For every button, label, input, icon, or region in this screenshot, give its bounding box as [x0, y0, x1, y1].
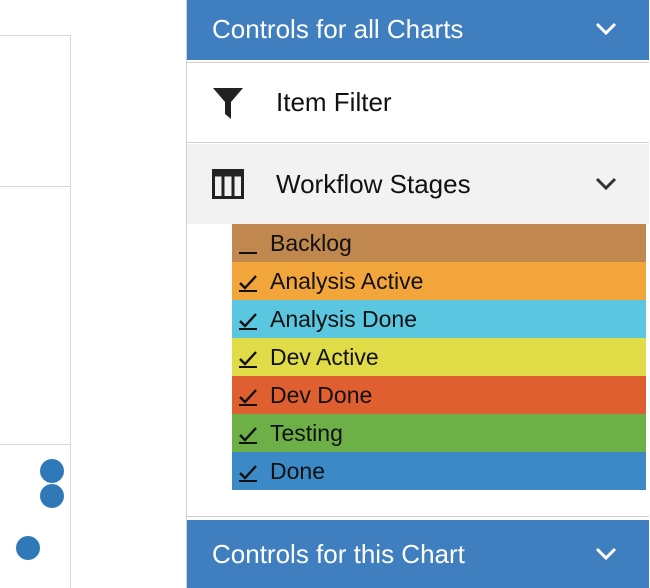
- controls-this-chart-header[interactable]: Controls for this Chart: [187, 520, 649, 588]
- workflow-stage-label: Analysis Active: [270, 267, 424, 294]
- workflow-stage-item[interactable]: Backlog: [232, 224, 646, 262]
- checkmark-icon[interactable]: [238, 460, 260, 482]
- chevron-down-icon[interactable]: [593, 547, 619, 561]
- workflow-stage-item[interactable]: Analysis Done: [232, 300, 646, 338]
- chevron-down-icon[interactable]: [593, 14, 619, 36]
- workflow-stage-label: Analysis Done: [270, 305, 418, 332]
- workflow-stage-list: Backlog Analysis Active Analysis Done Dev A…: [232, 224, 646, 490]
- chart-gridline: [0, 186, 71, 187]
- item-filter-label: Item Filter: [276, 87, 392, 117]
- workflow-stage-label: Backlog: [270, 229, 352, 256]
- chevron-down-icon[interactable]: [593, 177, 619, 191]
- workflow-stages-header[interactable]: Workflow Stages: [187, 144, 649, 224]
- chart-gridline-vertical: [70, 35, 71, 588]
- checkmark-icon[interactable]: [238, 346, 260, 368]
- checkmark-icon[interactable]: [238, 308, 260, 330]
- controls-this-chart-title: Controls for this Chart: [212, 538, 465, 569]
- workflow-stage-item[interactable]: Dev Active: [232, 338, 646, 376]
- chart-point[interactable]: [16, 536, 40, 560]
- workflow-stage-item[interactable]: Dev Done: [232, 376, 646, 414]
- workflow-stage-item[interactable]: Analysis Active: [232, 262, 646, 300]
- workflow-stage-item[interactable]: Done: [232, 452, 646, 490]
- controls-panel: Controls for all Charts Item Filter Work…: [186, 0, 650, 588]
- controls-all-charts-title: Controls for all Charts: [212, 13, 464, 44]
- divider: [187, 516, 649, 517]
- chart-gridline: [0, 35, 71, 36]
- workflow-stage-item[interactable]: Testing: [232, 414, 646, 452]
- chart-area: [0, 0, 186, 588]
- filter-icon: [212, 86, 250, 120]
- checkmark-icon[interactable]: [238, 422, 260, 444]
- workflow-stage-label: Done: [270, 457, 325, 484]
- unchecked-icon[interactable]: [238, 232, 260, 254]
- checkmark-icon[interactable]: [238, 384, 260, 406]
- workflow-stage-label: Testing: [270, 419, 343, 446]
- workflow-stages-title: Workflow Stages: [276, 168, 471, 199]
- item-filter-row[interactable]: Item Filter: [187, 62, 649, 143]
- checkmark-icon[interactable]: [238, 270, 260, 292]
- workflow-stage-label: Dev Done: [270, 381, 373, 408]
- chart-point[interactable]: [40, 459, 64, 483]
- chart-point[interactable]: [40, 484, 64, 508]
- chart-gridline: [0, 444, 71, 445]
- workflow-stage-label: Dev Active: [270, 343, 379, 370]
- controls-all-charts-header[interactable]: Controls for all Charts: [187, 0, 649, 60]
- columns-icon: [212, 169, 250, 199]
